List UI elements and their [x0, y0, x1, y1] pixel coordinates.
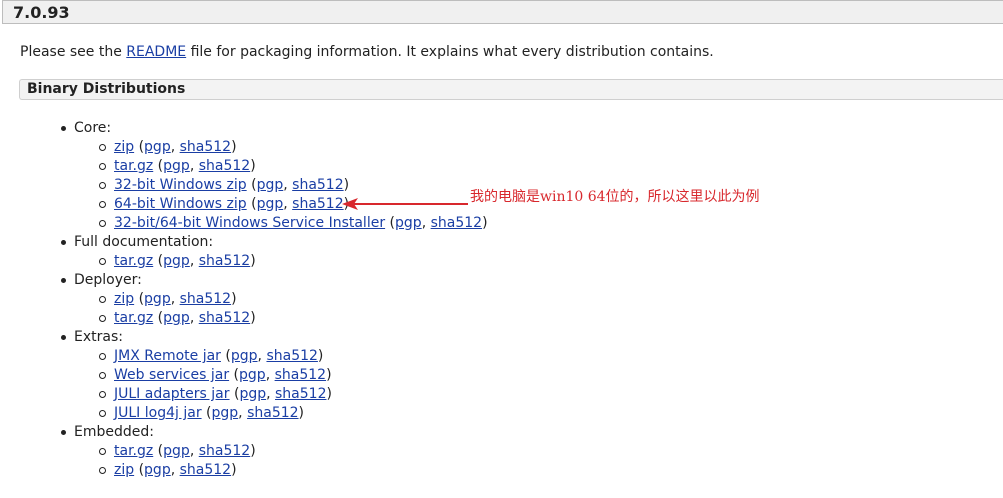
distribution-group: Embedded: tar.gz (pgp, sha512) zip (pgp, s… [61, 423, 488, 480]
download-link[interactable]: zip [114, 291, 134, 307]
pgp-signature-link[interactable]: pgp [163, 158, 190, 174]
distribution-group: Full documentation: tar.gz (pgp, sha512) [61, 233, 488, 271]
pgp-signature-link[interactable]: pgp [231, 348, 258, 364]
pgp-signature-link[interactable]: pgp [144, 139, 171, 155]
download-list: JMX Remote jar (pgp, sha512) Web services… [74, 347, 488, 423]
sha512-checksum-link[interactable]: sha512 [292, 177, 343, 193]
download-list: zip (pgp, sha512) tar.gz (pgp, sha512) 32-… [74, 138, 488, 233]
sha512-checksum-link[interactable]: sha512 [180, 291, 231, 307]
download-item: tar.gz (pgp, sha512) [99, 309, 488, 328]
section-title: Binary Distributions [27, 81, 186, 97]
pgp-signature-link[interactable]: pgp [163, 310, 190, 326]
pgp-signature-link[interactable]: pgp [239, 367, 266, 383]
download-list: tar.gz (pgp, sha512) [74, 252, 488, 271]
pgp-signature-link[interactable]: pgp [257, 196, 284, 212]
distribution-group: Core: zip (pgp, sha512) tar.gz (pgp, sha51… [61, 119, 488, 233]
version-header: 7.0.93 [2, 0, 1003, 24]
pgp-signature-link[interactable]: pgp [163, 253, 190, 269]
section-header: Binary Distributions [19, 79, 1003, 100]
sha512-checksum-link[interactable]: sha512 [431, 215, 482, 231]
download-item: JULI log4j jar (pgp, sha512) [99, 404, 488, 423]
download-item: tar.gz (pgp, sha512) [99, 157, 488, 176]
group-label: Core: [74, 120, 112, 136]
sha512-checksum-link[interactable]: sha512 [266, 348, 317, 364]
pgp-signature-link[interactable]: pgp [257, 177, 284, 193]
group-label: Extras: [74, 329, 123, 345]
version-title: 7.0.93 [13, 3, 70, 22]
download-link[interactable]: JULI adapters jar [114, 386, 230, 402]
download-link[interactable]: Web services jar [114, 367, 229, 383]
download-link[interactable]: tar.gz [114, 443, 153, 459]
download-link[interactable]: tar.gz [114, 253, 153, 269]
pgp-signature-link[interactable]: pgp [144, 462, 171, 478]
download-item: JMX Remote jar (pgp, sha512) [99, 347, 488, 366]
red-arrow-icon [342, 198, 468, 210]
distribution-list: Core: zip (pgp, sha512) tar.gz (pgp, sha51… [61, 119, 488, 480]
sha512-checksum-link[interactable]: sha512 [199, 310, 250, 326]
download-item: zip (pgp, sha512) [99, 290, 488, 309]
sha512-checksum-link[interactable]: sha512 [275, 386, 326, 402]
download-item: zip (pgp, sha512) [99, 461, 488, 480]
sha512-checksum-link[interactable]: sha512 [199, 443, 250, 459]
download-list: tar.gz (pgp, sha512) zip (pgp, sha512) [74, 442, 488, 480]
download-link[interactable]: tar.gz [114, 310, 153, 326]
download-link[interactable]: 32-bit/64-bit Windows Service Installer [114, 215, 385, 231]
download-link[interactable]: JULI log4j jar [114, 405, 202, 421]
intro-text-after: file for packaging information. It expla… [186, 44, 714, 60]
download-link[interactable]: zip [114, 139, 134, 155]
sha512-checksum-link[interactable]: sha512 [199, 158, 250, 174]
group-label: Full documentation: [74, 234, 214, 250]
sha512-checksum-link[interactable]: sha512 [180, 139, 231, 155]
download-item: tar.gz (pgp, sha512) [99, 442, 488, 461]
download-item: Web services jar (pgp, sha512) [99, 366, 488, 385]
download-link[interactable]: 32-bit Windows zip [114, 177, 247, 193]
group-label: Embedded: [74, 424, 154, 440]
download-link[interactable]: zip [114, 462, 134, 478]
download-item: tar.gz (pgp, sha512) [99, 252, 488, 271]
sha512-checksum-link[interactable]: sha512 [275, 367, 326, 383]
sha512-checksum-link[interactable]: sha512 [199, 253, 250, 269]
download-item: zip (pgp, sha512) [99, 138, 488, 157]
pgp-signature-link[interactable]: pgp [239, 386, 266, 402]
pgp-signature-link[interactable]: pgp [163, 443, 190, 459]
intro-text-before: Please see the [20, 44, 127, 60]
sha512-checksum-link[interactable]: sha512 [180, 462, 231, 478]
download-item: 32-bit/64-bit Windows Service Installer … [99, 215, 488, 231]
download-link[interactable]: tar.gz [114, 158, 153, 174]
download-link[interactable]: JMX Remote jar [114, 348, 221, 364]
pgp-signature-link[interactable]: pgp [212, 405, 239, 421]
sha512-checksum-link[interactable]: sha512 [292, 196, 343, 212]
download-list: zip (pgp, sha512) tar.gz (pgp, sha512) [74, 290, 488, 328]
annotation-note: 我的电脑是win10 64位的，所以这里以此为例 [470, 189, 760, 205]
download-item: JULI adapters jar (pgp, sha512) [99, 385, 488, 404]
pgp-signature-link[interactable]: pgp [395, 215, 422, 231]
distribution-group: Extras: JMX Remote jar (pgp, sha512) Web s… [61, 328, 488, 423]
group-label: Deployer: [74, 272, 142, 288]
download-link[interactable]: 64-bit Windows zip [114, 196, 247, 212]
distribution-group: Deployer: zip (pgp, sha512) tar.gz (pgp, s… [61, 271, 488, 328]
sha512-checksum-link[interactable]: sha512 [247, 405, 298, 421]
intro-paragraph: Please see the README file for packaging… [20, 41, 714, 63]
readme-link[interactable]: README [126, 44, 186, 60]
download-item: 32-bit Windows zip (pgp, sha512) [99, 176, 488, 195]
pgp-signature-link[interactable]: pgp [144, 291, 171, 307]
